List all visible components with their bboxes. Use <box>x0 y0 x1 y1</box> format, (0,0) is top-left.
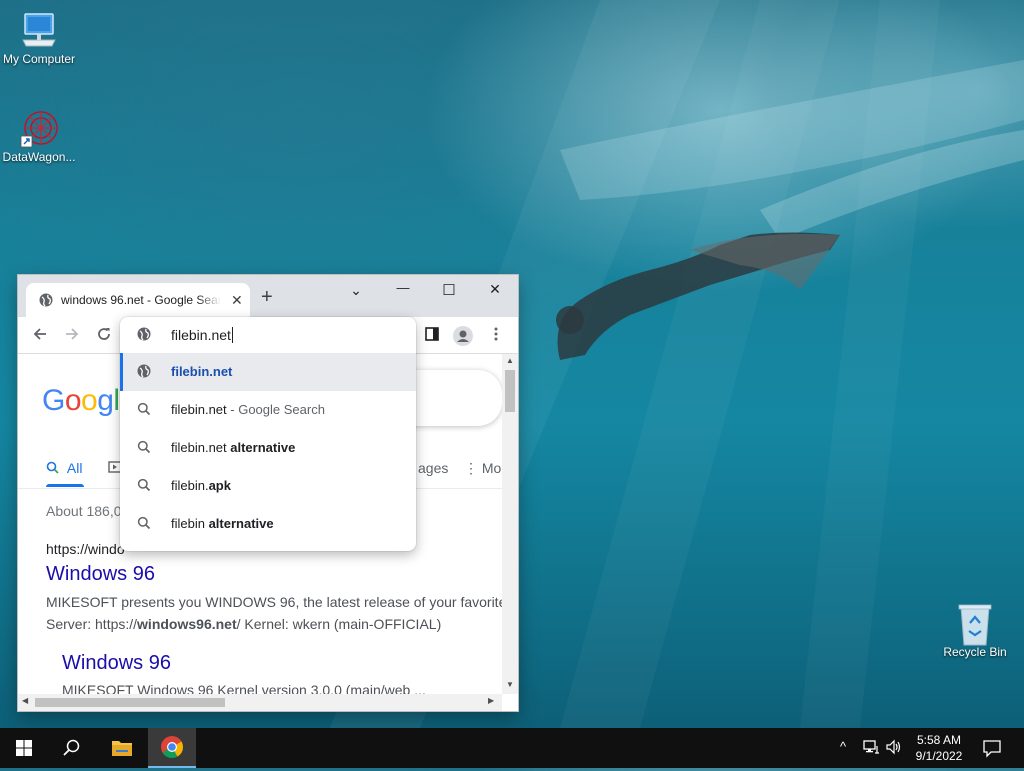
reload-icon <box>98 328 110 340</box>
scroll-left-icon[interactable]: ◀ <box>22 696 28 705</box>
scrollbar-thumb[interactable] <box>35 698 225 707</box>
search-icon <box>137 440 153 456</box>
tab-images[interactable]: ages <box>418 460 448 476</box>
taskbar-file-explorer[interactable] <box>98 728 146 768</box>
omnibox-suggestion[interactable]: filebin.net - Google Search <box>120 391 416 429</box>
folder-icon <box>112 741 132 756</box>
forward-button[interactable] <box>62 326 82 346</box>
scroll-down-icon[interactable]: ▼ <box>502 680 518 689</box>
desktop-icon-label: My Computer <box>2 52 76 66</box>
windows-logo-icon <box>16 740 32 756</box>
omnibox-suggestion[interactable]: filebin.net <box>120 353 416 391</box>
result-stats: About 186,0 <box>46 503 122 519</box>
action-center-icon[interactable] <box>982 738 1002 761</box>
suggestion-text: filebin.apk <box>171 478 231 493</box>
search-icon <box>46 461 59 474</box>
globe-icon <box>137 364 153 380</box>
selection-indicator <box>120 353 123 391</box>
taskbar-search-button[interactable] <box>48 728 96 768</box>
side-panel-button[interactable] <box>422 326 442 346</box>
scroll-right-icon[interactable]: ▶ <box>488 696 494 705</box>
omnibox-suggestion[interactable]: filebin.net alternative <box>120 429 416 467</box>
result-title[interactable]: Windows 96 <box>46 563 155 586</box>
minimize-button[interactable]: — <box>380 280 426 310</box>
close-window-button[interactable]: ✕ <box>472 281 518 311</box>
search-icon <box>137 516 153 532</box>
search-icon <box>137 478 153 494</box>
browser-tab[interactable]: windows 96.net - Google Search ✕ <box>26 283 250 317</box>
system-clock[interactable]: 5:58 AM 9/1/2022 <box>900 732 978 764</box>
tab-title: windows 96.net - Google Search <box>61 293 221 307</box>
tab-all-label: All <box>66 460 83 476</box>
suggestion-text: filebin.net - Google Search <box>171 402 325 417</box>
menu-button[interactable] <box>486 326 506 346</box>
result-url[interactable]: https://windo <box>46 541 125 557</box>
omnibox-suggestion[interactable]: filebin.apk <box>120 467 416 505</box>
suggestion-text: filebin.net alternative <box>171 440 296 455</box>
clock-date: 9/1/2022 <box>915 749 963 763</box>
vertical-scrollbar[interactable]: ▲ ▼ <box>502 354 518 694</box>
avatar-icon <box>453 326 473 346</box>
clock-time: 5:58 AM <box>916 733 962 747</box>
desktop-icon-my-computer[interactable]: My Computer <box>0 10 81 67</box>
tab-close-icon[interactable]: ✕ <box>231 292 243 309</box>
scrollbar-thumb[interactable] <box>505 370 515 412</box>
result-sublink-title[interactable]: Windows 96 <box>62 652 171 675</box>
new-tab-button[interactable]: + <box>261 287 273 307</box>
side-panel-icon <box>425 327 439 341</box>
active-tab-indicator <box>46 484 84 487</box>
tab-search-button[interactable]: ⌄ <box>333 282 379 312</box>
scroll-up-icon[interactable]: ▲ <box>502 356 518 365</box>
desktop-icon-datawagon[interactable]: DataWagon... <box>0 108 81 165</box>
taskbar: ^ 5:58 AM 9/1/2022 <box>0 728 1024 768</box>
arrow-right-icon <box>66 328 79 340</box>
tab-all[interactable]: All <box>46 460 82 476</box>
more-icon: ⋮ <box>464 460 482 476</box>
reload-button[interactable] <box>94 326 114 346</box>
omnibox-dropdown: filebin.net filebin.net filebin.net - Goo… <box>120 317 416 551</box>
back-button[interactable] <box>30 326 50 346</box>
maximize-button[interactable]: ☐ <box>426 281 472 311</box>
kebab-menu-icon <box>494 327 498 341</box>
start-button[interactable] <box>0 728 48 768</box>
result-snippet: MIKESOFT presents you WINDOWS 96, the la… <box>46 594 502 610</box>
profile-button[interactable] <box>453 326 473 346</box>
recycle-bin-icon <box>955 603 995 646</box>
network-icon[interactable] <box>862 738 880 759</box>
search-icon <box>137 402 153 418</box>
google-logo[interactable]: Googl <box>42 384 120 418</box>
result-snippet: Server: https://windows96.net/ Kernel: w… <box>46 616 442 632</box>
taskbar-chrome[interactable] <box>148 728 196 768</box>
address-bar[interactable]: filebin.net <box>120 317 416 353</box>
tray-chevron-icon[interactable]: ^ <box>840 739 846 754</box>
globe-icon <box>137 327 151 344</box>
result-snippet: MIKESOFT Windows 96 Kernel version 3.0.0… <box>62 682 426 694</box>
wallpaper-freediver <box>556 232 840 360</box>
omnibox-suggestion[interactable]: filebin alternative <box>120 505 416 543</box>
desktop-icon-label: DataWagon... <box>2 150 76 164</box>
chrome-icon <box>161 736 183 758</box>
desktop-icon-label: Recycle Bin <box>943 645 1007 659</box>
arrow-left-icon <box>33 328 46 340</box>
desktop-icon-recycle-bin[interactable]: Recycle Bin <box>933 603 1017 660</box>
suggestion-text: filebin.net <box>171 364 233 379</box>
horizontal-scrollbar[interactable]: ◀ ▶ <box>18 694 502 711</box>
tab-more[interactable]: ⋮ Mo <box>464 460 501 477</box>
tab-strip: windows 96.net - Google Search ✕ + ⌄ — ☐… <box>18 275 518 317</box>
search-icon <box>63 739 80 756</box>
datawagon-app-icon <box>19 108 59 148</box>
tab-more-label: Mo <box>481 460 502 476</box>
computer-icon <box>19 10 59 50</box>
suggestion-text: filebin alternative <box>171 516 274 531</box>
address-bar-text[interactable]: filebin.net <box>171 327 233 343</box>
globe-icon <box>39 293 53 310</box>
